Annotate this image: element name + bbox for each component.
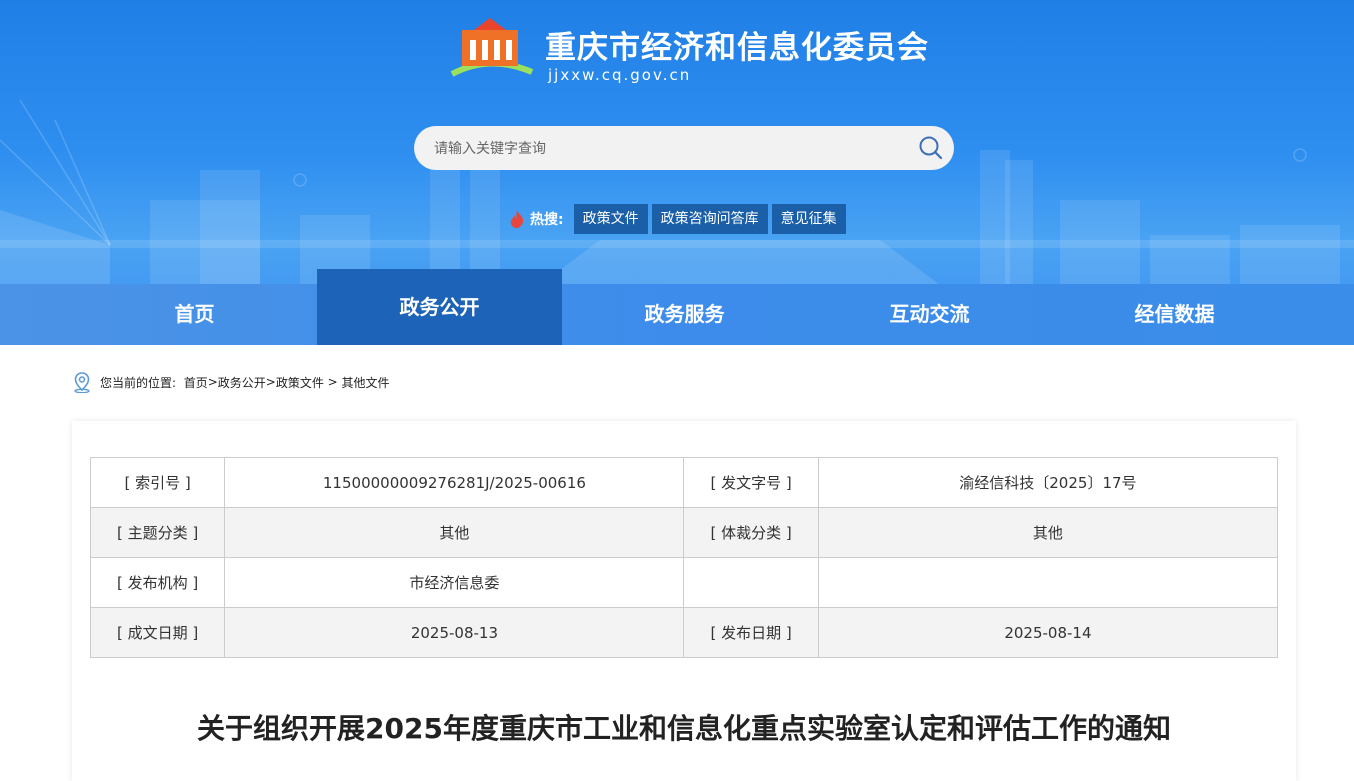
meta-key-empty <box>683 557 819 608</box>
meta-key-publisher: [ 发布机构 ] <box>89 557 226 608</box>
search-icon[interactable] <box>918 135 944 161</box>
breadcrumb-separator: > <box>207 375 218 389</box>
nav-item-interaction[interactable]: 互动交流 <box>807 284 1052 345</box>
meta-value-doc-number: 渝经信科技〔2025〕17号 <box>817 457 1279 508</box>
document-meta-table: [ 索引号 ] 11500000009276281J/2025-00616 [ … <box>89 457 1279 658</box>
document-card: [ 索引号 ] 11500000009276281J/2025-00616 [ … <box>72 421 1296 781</box>
meta-key-topic: [ 主题分类 ] <box>89 507 226 558</box>
table-row: [ 索引号 ] 11500000009276281J/2025-00616 [ … <box>89 457 1279 508</box>
meta-value-topic: 其他 <box>224 507 685 558</box>
breadcrumb-government-affairs[interactable]: 政务公开 <box>218 374 266 391</box>
table-row: [ 发布机构 ] 市经济信息委 <box>89 557 1279 608</box>
search-input[interactable] <box>432 126 916 172</box>
hot-tag-policy-qa[interactable]: 政策咨询问答库 <box>651 204 768 234</box>
location-pin-icon <box>74 372 90 393</box>
breadcrumb-separator: > <box>265 375 276 389</box>
nav-item-economic-data[interactable]: 经信数据 <box>1052 284 1297 345</box>
search-box <box>414 126 954 172</box>
site-domain: jjxxw.cq.gov.cn <box>548 66 692 84</box>
meta-value-written-date: 2025-08-13 <box>224 607 685 658</box>
flame-icon <box>510 210 524 228</box>
document-title: 关于组织开展2025年度重庆市工业和信息化重点实验室认定和评估工作的通知 <box>197 712 1171 745</box>
table-row: [ 主题分类 ] 其他 [ 体裁分类 ] 其他 <box>89 507 1279 558</box>
hot-search-bar: 热搜: 政策文件 政策咨询问答库 意见征集 <box>508 204 850 234</box>
site-title: 重庆市经济和信息化委员会 <box>545 30 929 66</box>
main-nav: 首页 政务公开 政务服务 互动交流 经信数据 <box>0 269 1354 345</box>
breadcrumb-policy-docs[interactable]: 政策文件 <box>276 374 324 391</box>
meta-value-publisher: 市经济信息委 <box>224 557 685 608</box>
hot-search-label: 热搜: <box>530 212 564 228</box>
breadcrumb-prefix: 您当前的位置: <box>100 375 177 390</box>
meta-value-index: 11500000009276281J/2025-00616 <box>224 457 685 508</box>
meta-value-empty <box>817 557 1279 608</box>
breadcrumb-home[interactable]: 首页 <box>184 374 208 391</box>
hot-tag-policy-docs[interactable]: 政策文件 <box>573 204 648 234</box>
breadcrumb: 您当前的位置: 首页 > 政务公开 > 政策文件 > 其他文件 <box>72 370 390 394</box>
meta-key-index: [ 索引号 ] <box>89 457 226 508</box>
hot-tag-opinion-collection[interactable]: 意见征集 <box>771 204 846 234</box>
meta-key-genre: [ 体裁分类 ] <box>683 507 819 558</box>
meta-key-publish-date: [ 发布日期 ] <box>683 607 819 658</box>
site-logo-icon <box>450 18 534 77</box>
meta-value-publish-date: 2025-08-14 <box>817 607 1279 658</box>
meta-key-doc-number: [ 发文字号 ] <box>683 457 819 508</box>
meta-key-written-date: [ 成文日期 ] <box>89 607 226 658</box>
nav-item-government-affairs[interactable]: 政务公开 <box>317 269 562 345</box>
table-row: [ 成文日期 ] 2025-08-13 [ 发布日期 ] 2025-08-14 <box>89 607 1279 658</box>
nav-item-home[interactable]: 首页 <box>72 284 317 345</box>
meta-value-genre: 其他 <box>817 507 1279 558</box>
nav-item-government-services[interactable]: 政务服务 <box>562 284 807 345</box>
breadcrumb-separator: > <box>323 375 342 389</box>
header-banner: 重庆市经济和信息化委员会 jjxxw.cq.gov.cn 热搜: 政策文件 政策… <box>0 0 1354 345</box>
breadcrumb-other-docs[interactable]: 其他文件 <box>342 374 390 391</box>
